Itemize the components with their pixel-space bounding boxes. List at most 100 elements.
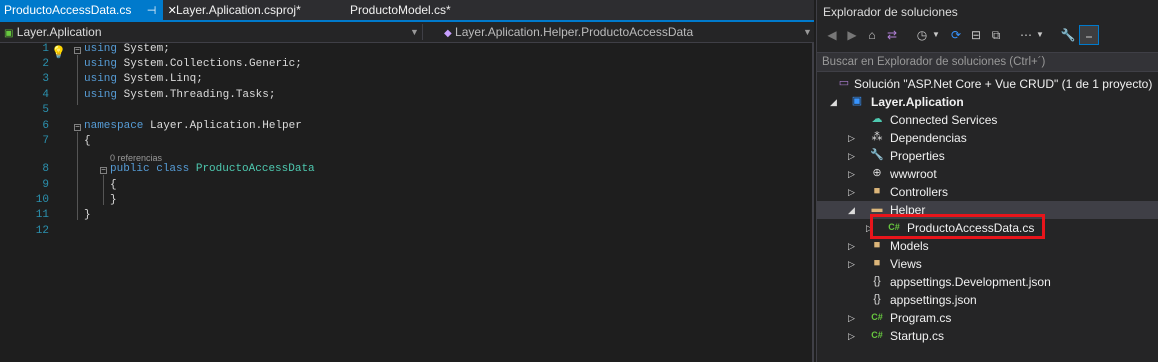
outline-guide bbox=[77, 55, 78, 105]
line-number: 10 bbox=[35, 194, 49, 206]
tab-label: ProductoAccessData.cs bbox=[4, 3, 132, 17]
code-line: { bbox=[84, 135, 91, 147]
folder-icon: ■ bbox=[873, 257, 881, 269]
tree-item-views[interactable]: ▷ ■ Views bbox=[817, 255, 1158, 273]
folder-icon: ■ bbox=[873, 239, 881, 251]
collapse-icon[interactable]: − bbox=[100, 167, 107, 175]
line-number: 9 bbox=[42, 179, 49, 191]
tree-item-appsettings[interactable]: {} appsettings.json bbox=[817, 291, 1158, 309]
type-dropdown[interactable]: ◆ Layer.Aplication.Helper.ProductoAccess… bbox=[444, 22, 693, 42]
line-number: 3 bbox=[42, 73, 49, 85]
forward-icon[interactable]: ▶ bbox=[843, 25, 861, 45]
tree-item-label: Solución "ASP.Net Core + Vue CRUD" (1 de… bbox=[854, 77, 1153, 91]
collapsed-arrow-icon[interactable]: ▷ bbox=[848, 183, 855, 201]
code-line: using System.Threading.Tasks; bbox=[84, 89, 276, 101]
line-number: 8 bbox=[42, 163, 49, 175]
tree-item-appsettings-development[interactable]: {} appsettings.Development.json bbox=[817, 273, 1158, 291]
collapsed-arrow-icon[interactable]: ▷ bbox=[848, 327, 855, 345]
tab-label: Layer.Aplication.csproj* bbox=[176, 3, 301, 17]
class-icon: ◆ bbox=[444, 28, 452, 39]
csharp-file-icon: C# bbox=[871, 312, 883, 322]
tab-label: ProductoModel.cs* bbox=[350, 3, 451, 17]
tree-item-project[interactable]: ◢ ▣ Layer.Aplication bbox=[817, 93, 1158, 111]
collapsed-arrow-icon[interactable]: ▷ bbox=[848, 147, 855, 165]
tree-item-label: Properties bbox=[890, 149, 945, 163]
lightbulb-icon[interactable]: 💡 bbox=[51, 45, 66, 60]
globe-icon: ⊕ bbox=[872, 167, 882, 179]
chevron-down-icon[interactable]: ▼ bbox=[410, 22, 419, 42]
sync-icon[interactable]: ⟳ bbox=[947, 25, 965, 45]
collapsed-arrow-icon[interactable]: ▷ bbox=[848, 165, 855, 183]
chevron-down-icon[interactable]: ▼ bbox=[927, 25, 945, 45]
json-file-icon: {} bbox=[873, 275, 881, 287]
wrench-icon[interactable]: 🔧 bbox=[1059, 25, 1077, 45]
collapse-icon[interactable]: − bbox=[74, 47, 81, 55]
project-dropdown-label: Layer.Aplication bbox=[16, 25, 102, 39]
expanded-arrow-icon[interactable]: ◢ bbox=[848, 201, 855, 219]
back-icon[interactable]: ◀ bbox=[823, 25, 841, 45]
collapsed-arrow-icon[interactable]: ▷ bbox=[848, 129, 855, 147]
tree-item-connected-services[interactable]: ☁ Connected Services bbox=[817, 111, 1158, 129]
tree-item-program[interactable]: ▷ C# Program.cs bbox=[817, 309, 1158, 327]
code-line: } bbox=[110, 194, 117, 206]
show-all-files-icon[interactable]: ⧉ bbox=[987, 25, 1005, 45]
preview-icon[interactable]: ⎯ bbox=[1079, 25, 1099, 45]
panel-title: Explorador de soluciones bbox=[823, 5, 958, 19]
tab-productoaccessdata[interactable]: ProductoAccessData.cs ⊣ ✕ bbox=[0, 0, 177, 21]
solution-explorer-toolbar: ◀ ▶ ⌂ ⇄ ◷ ▼ ⟳ ⊟ ⧉ ⋯ ▼ 🔧 ⎯ bbox=[823, 25, 1153, 47]
tab-productomodel[interactable]: ProductoModel.cs* bbox=[350, 0, 451, 20]
tab-layer-aplication-csproj[interactable]: Layer.Aplication.csproj* bbox=[176, 0, 301, 20]
line-number: 12 bbox=[35, 225, 49, 237]
outline-guide bbox=[103, 175, 104, 205]
tree-item-label: Startup.cs bbox=[890, 329, 945, 343]
tree-item-label: Views bbox=[890, 257, 922, 271]
line-number: 2 bbox=[42, 58, 49, 70]
chevron-down-icon[interactable]: ▼ bbox=[803, 22, 812, 42]
properties-icon: 🔧 bbox=[870, 149, 884, 161]
csharp-project-icon: ▣ bbox=[4, 28, 14, 39]
highlight-box bbox=[870, 214, 1045, 239]
outline-guide bbox=[77, 132, 78, 220]
json-file-icon: {} bbox=[873, 293, 881, 305]
pin-icon[interactable]: ⊣ bbox=[147, 1, 157, 21]
search-box[interactable] bbox=[817, 52, 1158, 72]
switch-views-icon[interactable]: ⇄ bbox=[883, 25, 901, 45]
collapsed-arrow-icon[interactable]: ▷ bbox=[848, 255, 855, 273]
line-number: 1 bbox=[42, 43, 49, 55]
divider bbox=[422, 24, 423, 40]
tree-item-properties[interactable]: ▷ 🔧 Properties bbox=[817, 147, 1158, 165]
chevron-down-icon[interactable]: ▼ bbox=[1031, 25, 1049, 45]
code-line: public class ProductoAccessData bbox=[110, 163, 315, 175]
tree-item-solution[interactable]: ▭ Solución "ASP.Net Core + Vue CRUD" (1 … bbox=[817, 75, 1158, 93]
tree-item-wwwroot[interactable]: ▷ ⊕ wwwroot bbox=[817, 165, 1158, 183]
tree-item-label: Dependencias bbox=[890, 131, 967, 145]
line-number: 5 bbox=[42, 104, 49, 116]
type-dropdown-label: Layer.Aplication.Helper.ProductoAccessDa… bbox=[455, 25, 694, 39]
line-number: 11 bbox=[35, 209, 49, 221]
tree-item-controllers[interactable]: ▷ ■ Controllers bbox=[817, 183, 1158, 201]
project-dropdown[interactable]: ▣ Layer.Aplication bbox=[4, 22, 102, 42]
line-number: 6 bbox=[42, 120, 49, 132]
collapse-all-icon[interactable]: ⊟ bbox=[967, 25, 985, 45]
expanded-arrow-icon[interactable]: ◢ bbox=[830, 93, 837, 111]
solution-icon: ▭ bbox=[838, 77, 850, 89]
code-editor[interactable]: 1 2 3 4 6 7 8 9 10 11 12 5 💡 − − − using… bbox=[0, 43, 814, 362]
codelens-references[interactable]: 0 referencias bbox=[110, 153, 162, 163]
code-line: using System.Collections.Generic; bbox=[84, 58, 302, 70]
collapsed-arrow-icon[interactable]: ▷ bbox=[848, 237, 855, 255]
search-input[interactable] bbox=[822, 54, 1152, 70]
csharp-file-icon: C# bbox=[871, 330, 883, 340]
tree-item-startup[interactable]: ▷ C# Startup.cs bbox=[817, 327, 1158, 345]
collapse-icon[interactable]: − bbox=[74, 124, 81, 132]
tree-item-label: Controllers bbox=[890, 185, 949, 199]
tree-item-models[interactable]: ▷ ■ Models bbox=[817, 237, 1158, 255]
code-line: } bbox=[84, 209, 91, 221]
line-number: 4 bbox=[42, 89, 49, 101]
divider bbox=[812, 43, 814, 362]
collapsed-arrow-icon[interactable]: ▷ bbox=[848, 309, 855, 327]
home-icon[interactable]: ⌂ bbox=[863, 25, 881, 45]
solution-explorer-panel: Explorador de soluciones ◀ ▶ ⌂ ⇄ ◷ ▼ ⟳ ⊟… bbox=[816, 0, 1158, 362]
code-line: using System.Linq; bbox=[84, 73, 203, 85]
tree-item-dependencias[interactable]: ▷ ⁂ Dependencias bbox=[817, 129, 1158, 147]
tree-item-label: Models bbox=[890, 239, 929, 253]
